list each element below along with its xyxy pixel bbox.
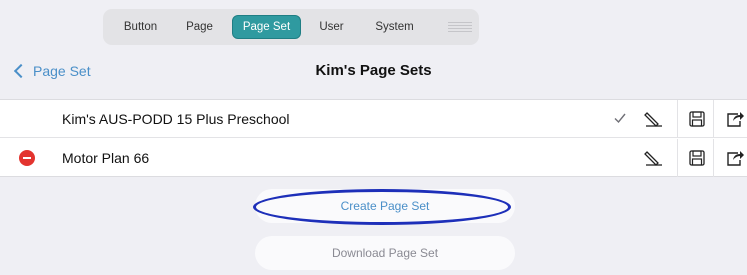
share-button[interactable] — [719, 139, 747, 177]
tab-user[interactable]: User — [309, 15, 354, 39]
save-button[interactable] — [681, 100, 713, 138]
edit-icon — [644, 151, 662, 166]
save-button[interactable] — [681, 139, 713, 177]
divider — [677, 139, 678, 177]
create-page-set-button[interactable]: Create Page Set — [255, 189, 515, 223]
save-icon — [689, 111, 705, 127]
share-button[interactable] — [719, 100, 747, 138]
divider — [713, 139, 714, 177]
share-icon — [727, 112, 744, 127]
tab-page[interactable]: Page — [176, 15, 223, 39]
divider — [677, 100, 678, 138]
edit-icon — [644, 112, 662, 127]
download-page-set-button[interactable]: Download Page Set — [255, 236, 515, 270]
page-title: Kim's Page Sets — [315, 62, 432, 79]
list-item[interactable]: Kim's AUS-PODD 15 Plus Preschool — [0, 100, 747, 138]
divider — [713, 100, 714, 138]
drag-handle-icon[interactable] — [448, 22, 472, 32]
delete-icon[interactable] — [19, 150, 35, 166]
page-set-name: Kim's AUS-PODD 15 Plus Preschool — [62, 111, 290, 127]
tab-system[interactable]: System — [362, 15, 427, 39]
share-icon — [727, 151, 744, 166]
edit-mode-segmented-control: Button Page Page Set User System — [103, 9, 479, 45]
checkmark-icon — [614, 113, 626, 124]
list-item[interactable]: Motor Plan 66 — [0, 139, 747, 177]
edit-button[interactable] — [637, 100, 669, 138]
page-set-list: Kim's AUS-PODD 15 Plus Preschool Motor P… — [0, 99, 747, 177]
tab-page-set[interactable]: Page Set — [232, 15, 301, 39]
edit-button[interactable] — [637, 139, 669, 177]
page-set-name: Motor Plan 66 — [62, 150, 150, 166]
tab-button[interactable]: Button — [113, 15, 168, 39]
save-icon — [689, 150, 705, 166]
